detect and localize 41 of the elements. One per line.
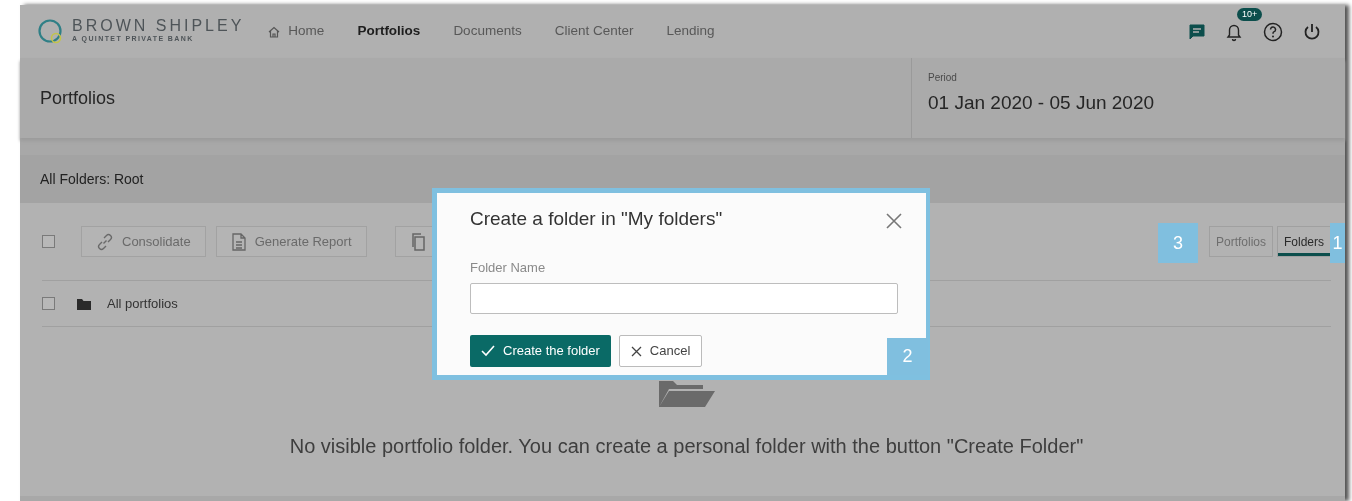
close-icon: [630, 345, 642, 357]
field-label: Folder Name: [470, 258, 547, 277]
nav-link[interactable]: Portfolios: [357, 21, 421, 42]
folder-name-input[interactable]: [470, 283, 898, 314]
close-icon[interactable]: [886, 213, 902, 229]
nav-link[interactable]: Lending: [666, 21, 715, 42]
toolbar-button[interactable]: Consolidate: [81, 226, 206, 257]
check-icon: [481, 345, 495, 357]
create-folder-button[interactable]: Create the folder: [470, 335, 611, 367]
bell-icon[interactable]: [1225, 22, 1243, 43]
power-icon[interactable]: [1303, 21, 1321, 42]
brand-name: BROWN SHIPLEY: [72, 18, 245, 35]
help-icon[interactable]: [1263, 21, 1283, 42]
chat-icon[interactable]: [1189, 23, 1205, 40]
select-all-checkbox[interactable]: [42, 235, 55, 248]
view-toggle-tab[interactable]: Folders: [1277, 226, 1331, 257]
callout-number: 2: [887, 338, 928, 375]
view-toggle-tab[interactable]: Portfolios: [1208, 226, 1273, 257]
panel-title: All Folders: Root: [39, 169, 144, 189]
nav-link[interactable]: Home: [268, 21, 325, 42]
toolbar-button[interactable]: Generate Report: [215, 226, 367, 257]
row-checkbox[interactable]: [42, 297, 55, 310]
empty-message: No visible portfolio folder. You can create a personal folder with the button "Create Folder": [289, 434, 1084, 459]
callout-number: 1: [1330, 223, 1345, 263]
period-label: Period: [928, 71, 958, 85]
notification-badge: 10+: [1237, 7, 1263, 22]
nav-link[interactable]: Client Center: [554, 21, 634, 42]
folder-name[interactable]: All portfolios: [107, 293, 178, 314]
callout-number: 3: [1158, 223, 1198, 263]
dialog-title: Create a folder in "My folders": [470, 207, 723, 231]
copy-icon: [409, 232, 426, 251]
cancel-button[interactable]: Cancel: [618, 335, 703, 367]
nav-link[interactable]: Documents: [453, 21, 522, 42]
document-icon: [230, 232, 247, 251]
open-folder-icon: [656, 379, 717, 409]
logo-icon: [38, 18, 64, 45]
link-icon: [96, 232, 114, 251]
folder-icon: [77, 297, 91, 310]
page-title: Portfolios: [39, 86, 116, 110]
home-icon: [268, 25, 281, 38]
period-value: 01 Jan 2020 - 05 Jun 2020: [928, 91, 1156, 115]
